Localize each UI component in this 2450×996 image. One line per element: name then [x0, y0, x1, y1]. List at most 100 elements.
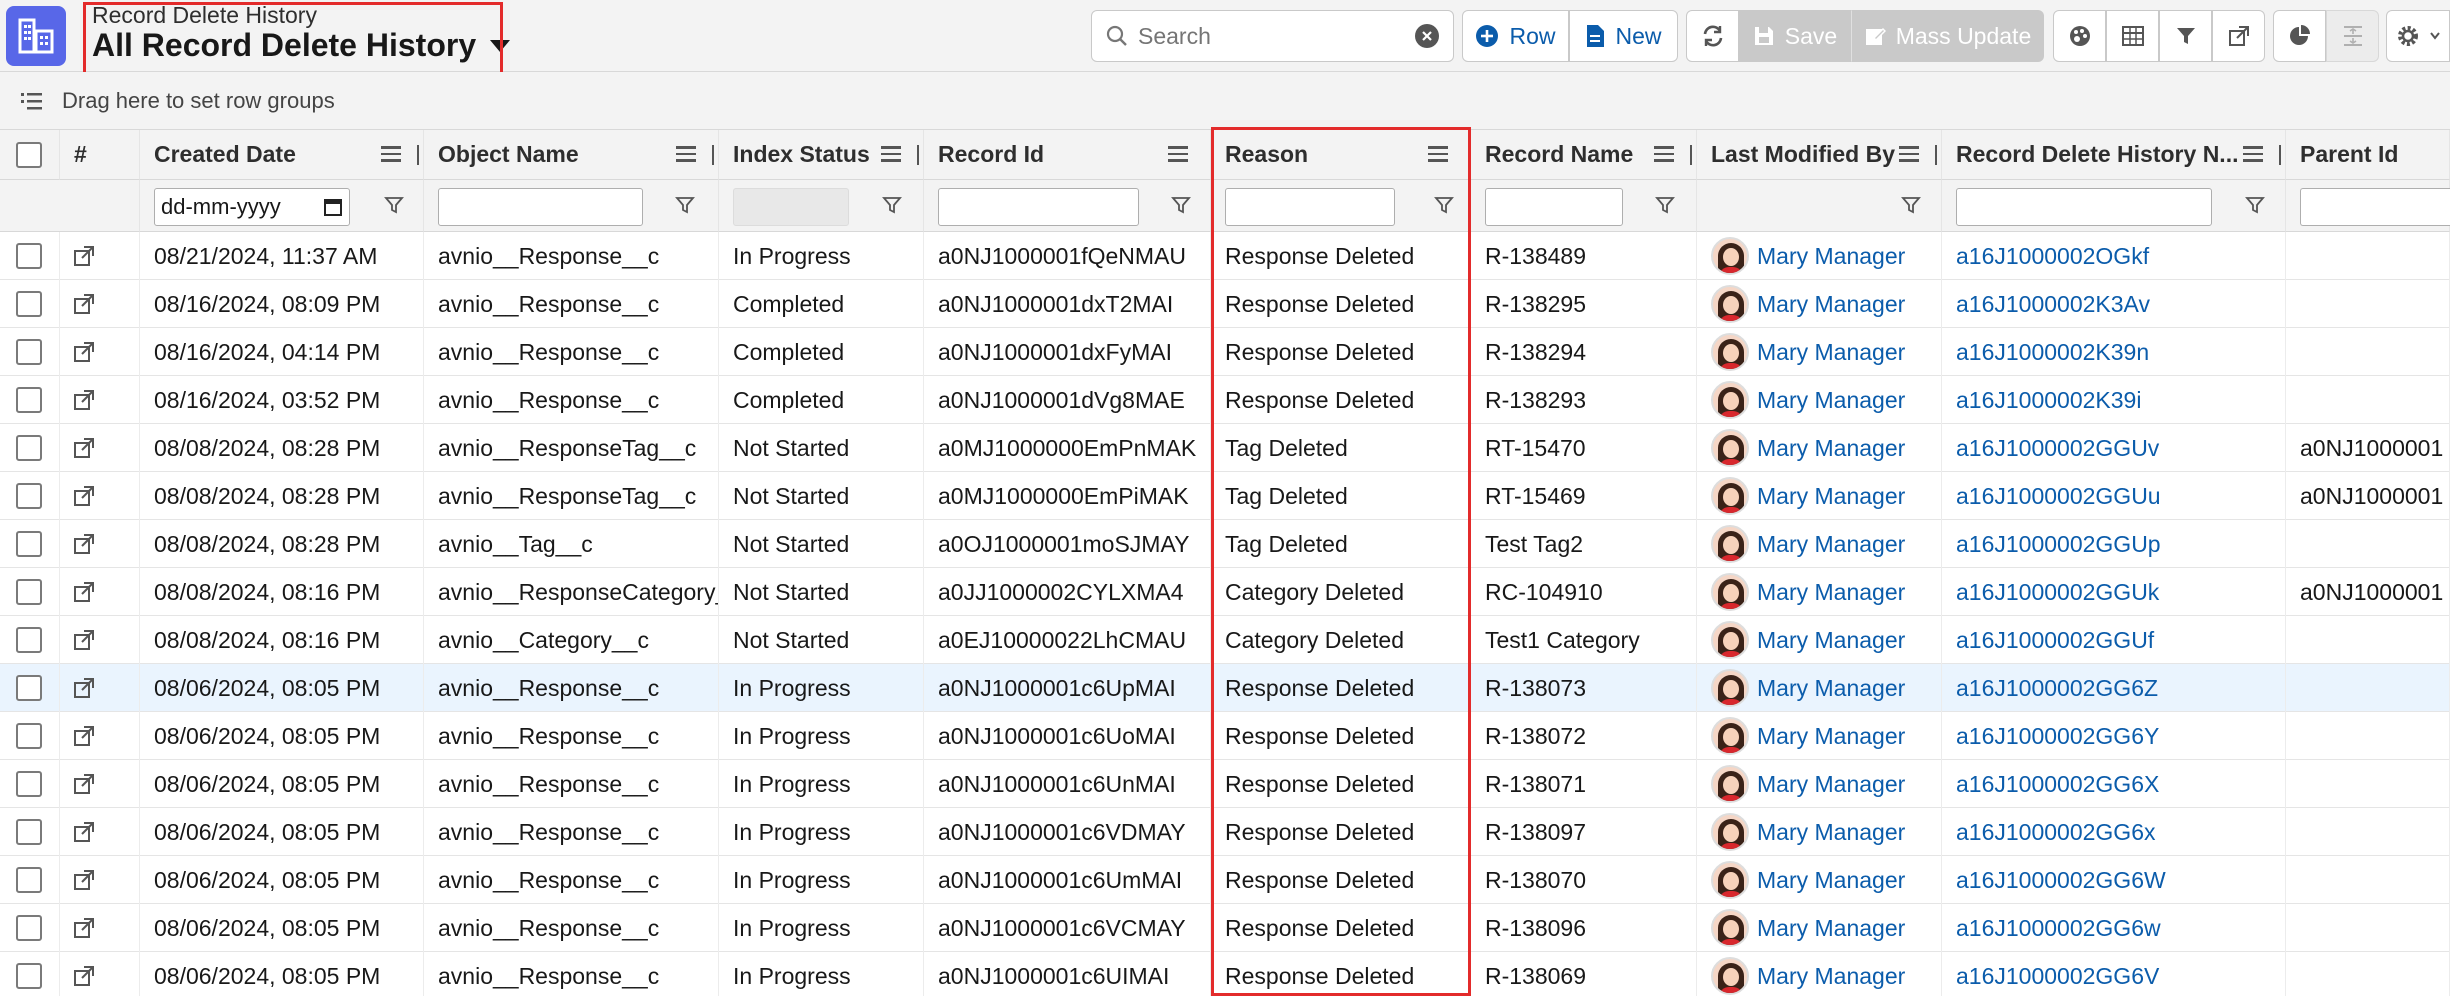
cell-record-delete-history-name[interactable]: a16J1000002GGUf — [1942, 616, 2286, 664]
cell-record-delete-history-name[interactable]: a16J1000002K3Av — [1942, 280, 2286, 328]
cell-last-modified-by[interactable]: Mary Manager — [1697, 664, 1942, 712]
clear-search-icon[interactable] — [1415, 24, 1439, 48]
filter-icon[interactable] — [1655, 195, 1675, 215]
table-row[interactable]: 08/08/2024, 08:16 PM avnio__ResponseCateg… — [0, 568, 2450, 616]
cell-record-delete-history-name-text[interactable]: a16J1000002GGUp — [1956, 531, 2161, 558]
cell-record-delete-history-name-text[interactable]: a16J1000002GGUf — [1956, 627, 2154, 654]
reason-filter-input[interactable] — [1225, 188, 1395, 226]
row-checkbox[interactable] — [16, 963, 42, 989]
cell-last-modified-by[interactable]: Mary Manager — [1697, 328, 1942, 376]
column-header-record-delete-history-name[interactable]: Record Delete History N... — [1942, 130, 2286, 180]
refresh-button[interactable] — [1686, 10, 1739, 62]
open-record-icon[interactable] — [72, 436, 96, 460]
table-row[interactable]: 08/06/2024, 08:05 PM avnio__Response__c In… — [0, 856, 2450, 904]
cell-record-delete-history-name[interactable]: a16J1000002GGUu — [1942, 472, 2286, 520]
row-checkbox[interactable] — [16, 579, 42, 605]
cell-last-modified-by-text[interactable]: Mary Manager — [1757, 435, 1905, 462]
column-header-index-status[interactable]: Index Status — [719, 130, 924, 180]
cell-record-delete-history-name-text[interactable]: a16J1000002GGUv — [1956, 435, 2159, 462]
cell-record-delete-history-name-text[interactable]: a16J1000002K39n — [1956, 339, 2149, 366]
table-row[interactable]: 08/08/2024, 08:28 PM avnio__ResponseTag__… — [0, 424, 2450, 472]
open-record-icon[interactable] — [72, 868, 96, 892]
row-spacing-button[interactable] — [2326, 10, 2379, 62]
cell-last-modified-by-text[interactable]: Mary Manager — [1757, 243, 1905, 270]
cell-last-modified-by-text[interactable]: Mary Manager — [1757, 387, 1905, 414]
object-name-filter-input[interactable] — [438, 188, 643, 226]
row-checkbox[interactable] — [16, 819, 42, 845]
cell-last-modified-by[interactable]: Mary Manager — [1697, 520, 1942, 568]
column-menu-icon[interactable] — [676, 146, 696, 162]
open-record-icon[interactable] — [72, 772, 96, 796]
cell-last-modified-by[interactable]: Mary Manager — [1697, 760, 1942, 808]
cell-last-modified-by-text[interactable]: Mary Manager — [1757, 915, 1905, 942]
column-resize-handle[interactable] — [917, 145, 919, 165]
column-header-record-id[interactable]: Record Id — [924, 130, 1211, 180]
row-checkbox[interactable] — [16, 915, 42, 941]
calendar-icon[interactable] — [323, 197, 343, 217]
cell-last-modified-by-text[interactable]: Mary Manager — [1757, 531, 1905, 558]
row-checkbox[interactable] — [16, 531, 42, 557]
row-checkbox[interactable] — [16, 435, 42, 461]
table-row[interactable]: 08/06/2024, 08:05 PM avnio__Response__c In… — [0, 712, 2450, 760]
cell-record-delete-history-name-text[interactable]: a16J1000002GG6X — [1956, 771, 2159, 798]
cell-record-delete-history-name[interactable]: a16J1000002GG6Y — [1942, 712, 2286, 760]
column-header-reason[interactable]: Reason — [1211, 130, 1471, 180]
cell-last-modified-by[interactable]: Mary Manager — [1697, 472, 1942, 520]
cell-last-modified-by-text[interactable]: Mary Manager — [1757, 675, 1905, 702]
filter-icon[interactable] — [1901, 195, 1921, 215]
cell-record-delete-history-name[interactable]: a16J1000002GG6V — [1942, 952, 2286, 996]
row-checkbox[interactable] — [16, 867, 42, 893]
filter-button[interactable] — [2159, 10, 2212, 62]
cell-last-modified-by[interactable]: Mary Manager — [1697, 616, 1942, 664]
filter-icon[interactable] — [882, 195, 902, 215]
cell-record-delete-history-name[interactable]: a16J1000002GG6w — [1942, 904, 2286, 952]
cell-record-delete-history-name-text[interactable]: a16J1000002GG6Z — [1956, 675, 2158, 702]
column-header-created-date[interactable]: Created Date — [140, 130, 424, 180]
cell-last-modified-by[interactable]: Mary Manager — [1697, 424, 1942, 472]
cell-last-modified-by[interactable]: Mary Manager — [1697, 280, 1942, 328]
row-checkbox[interactable] — [16, 675, 42, 701]
cell-record-delete-history-name[interactable]: a16J1000002GGUv — [1942, 424, 2286, 472]
cell-last-modified-by-text[interactable]: Mary Manager — [1757, 771, 1905, 798]
cell-record-delete-history-name[interactable]: a16J1000002GG6W — [1942, 856, 2286, 904]
cell-record-delete-history-name[interactable]: a16J1000002GGUk — [1942, 568, 2286, 616]
open-record-icon[interactable] — [72, 532, 96, 556]
column-resize-handle[interactable] — [1690, 145, 1692, 165]
add-row-button[interactable]: Row — [1462, 10, 1569, 62]
cell-record-delete-history-name-text[interactable]: a16J1000002GG6w — [1956, 915, 2161, 942]
parent-id-filter-input[interactable] — [2300, 188, 2450, 226]
index-status-filter-input[interactable] — [733, 188, 849, 226]
filter-icon[interactable] — [2245, 195, 2265, 215]
row-checkbox[interactable] — [16, 483, 42, 509]
row-checkbox[interactable] — [16, 387, 42, 413]
cell-last-modified-by[interactable]: Mary Manager — [1697, 376, 1942, 424]
cell-last-modified-by-text[interactable]: Mary Manager — [1757, 819, 1905, 846]
cell-last-modified-by[interactable]: Mary Manager — [1697, 232, 1942, 280]
table-row[interactable]: 08/16/2024, 03:52 PM avnio__Response__c Co… — [0, 376, 2450, 424]
table-row[interactable]: 08/06/2024, 08:05 PM avnio__Response__c In… — [0, 904, 2450, 952]
cell-last-modified-by[interactable]: Mary Manager — [1697, 712, 1942, 760]
cell-record-delete-history-name-text[interactable]: a16J1000002GG6Y — [1956, 723, 2159, 750]
column-menu-icon[interactable] — [1168, 146, 1188, 162]
open-external-button[interactable] — [2212, 10, 2265, 62]
cell-last-modified-by-text[interactable]: Mary Manager — [1757, 483, 1905, 510]
cell-record-delete-history-name[interactable]: a16J1000002K39n — [1942, 328, 2286, 376]
rdh-name-filter-input[interactable] — [1956, 188, 2212, 226]
open-record-icon[interactable] — [72, 388, 96, 412]
column-resize-handle[interactable] — [417, 145, 419, 165]
row-checkbox[interactable] — [16, 291, 42, 317]
table-row[interactable]: 08/08/2024, 08:28 PM avnio__Tag__c Not Sta… — [0, 520, 2450, 568]
cell-record-delete-history-name[interactable]: a16J1000002GG6X — [1942, 760, 2286, 808]
column-resize-handle[interactable] — [1935, 145, 1937, 165]
filter-icon[interactable] — [384, 195, 404, 215]
row-checkbox[interactable] — [16, 243, 42, 269]
cell-last-modified-by[interactable]: Mary Manager — [1697, 904, 1942, 952]
cell-record-delete-history-name-text[interactable]: a16J1000002GG6x — [1956, 819, 2156, 846]
mass-update-button[interactable]: Mass Update — [1851, 10, 2044, 62]
cell-last-modified-by-text[interactable]: Mary Manager — [1757, 339, 1905, 366]
filter-icon[interactable] — [675, 195, 695, 215]
cell-record-delete-history-name-text[interactable]: a16J1000002GGUu — [1956, 483, 2161, 510]
column-resize-handle[interactable] — [2279, 145, 2281, 165]
column-header-object-name[interactable]: Object Name — [424, 130, 719, 180]
settings-menu-button[interactable] — [2386, 10, 2450, 62]
